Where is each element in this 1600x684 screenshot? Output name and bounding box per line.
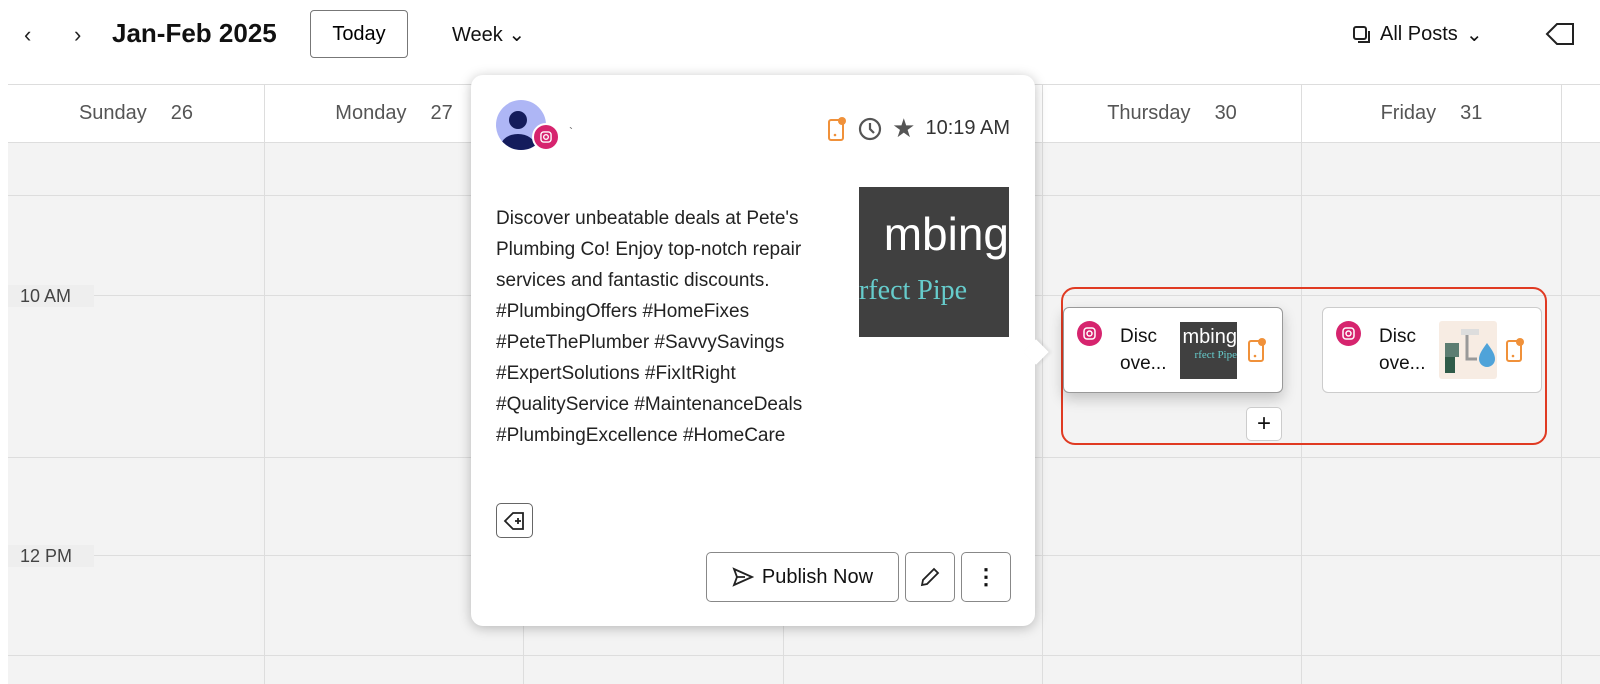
post-preview-popup: ` ★ 10:19 AM Discover unbeatable deals a… <box>471 75 1035 626</box>
image-text: rfect Pipe <box>859 275 968 306</box>
post-text: Discover unbeatable deals at Pete's Plum… <box>496 208 803 446</box>
day-header-thursday: Thursday 30 <box>1043 85 1302 143</box>
pencil-icon <box>920 567 940 587</box>
time-label: 10 AM <box>8 285 94 307</box>
post-card-text: Disc ove... <box>1120 326 1167 374</box>
mobile-notification-icon <box>828 116 847 141</box>
instagram-icon <box>1336 321 1361 346</box>
star-icon: ★ <box>892 113 916 143</box>
edit-button[interactable] <box>905 552 955 602</box>
day-name: Thursday <box>1107 102 1191 124</box>
mobile-notification-icon <box>1248 338 1266 362</box>
day-name: Friday <box>1380 102 1437 124</box>
publish-now-button[interactable]: Publish Now <box>706 552 899 602</box>
next-arrow-icon[interactable]: › <box>74 22 81 48</box>
today-button[interactable]: Today <box>310 10 408 58</box>
instagram-icon <box>1077 321 1102 346</box>
day-name: Monday <box>335 102 407 124</box>
chevron-down-icon: ⌄ <box>1465 24 1483 46</box>
toolbar: ‹ › Jan-Feb 2025 Today Week ⌄ All Posts … <box>0 0 1600 70</box>
view-dropdown[interactable]: Week ⌄ <box>452 22 525 47</box>
day-header-friday: Friday 31 <box>1302 85 1562 143</box>
day-header-saturday <box>1562 85 1600 143</box>
post-image: mbing rfect Pipe <box>859 187 1009 337</box>
day-number: 26 <box>170 102 194 124</box>
more-options-button[interactable]: ⋮ <box>961 552 1011 602</box>
post-card[interactable]: Disc ove... <box>1322 307 1542 393</box>
image-text: mbing <box>883 208 1009 260</box>
tag-plus-icon <box>503 511 524 530</box>
prev-arrow-icon[interactable]: ‹ <box>24 22 31 48</box>
post-card[interactable]: Disc ove... mbing rfect Pipe <box>1063 307 1283 393</box>
grid-line <box>8 655 1600 656</box>
tag-icon[interactable] <box>1545 22 1575 48</box>
day-header-sunday: Sunday 26 <box>8 85 265 143</box>
day-name: Sunday <box>78 102 147 124</box>
add-tag-button[interactable] <box>496 503 533 538</box>
view-label: Week <box>452 24 503 46</box>
day-number: 30 <box>1214 102 1237 124</box>
day-number: 31 <box>1460 102 1483 124</box>
post-thumbnail: mbing rfect Pipe <box>1180 321 1237 379</box>
image-text: mbing <box>1182 325 1237 348</box>
send-icon <box>732 567 754 587</box>
filter-label: All Posts <box>1380 23 1458 45</box>
post-card-text: Disc ove... <box>1379 326 1426 374</box>
mobile-notification-icon <box>1506 338 1524 362</box>
day-column[interactable] <box>8 143 265 684</box>
date-range-title: Jan-Feb 2025 <box>112 18 277 48</box>
time-label: 12 PM <box>8 545 94 567</box>
add-post-button[interactable]: + <box>1246 407 1282 441</box>
image-text: rfect Pipe <box>1194 348 1237 361</box>
post-meta: ★ 10:19 AM <box>826 113 1010 144</box>
publish-now-label: Publish Now <box>761 565 874 588</box>
posts-filter-dropdown[interactable]: All Posts ⌄ <box>1352 22 1483 47</box>
more-vertical-icon: ⋮ <box>975 564 997 589</box>
instagram-icon <box>532 123 560 151</box>
chevron-down-icon: ⌄ <box>508 24 526 46</box>
account-name: ` <box>569 125 573 139</box>
clock-icon <box>859 117 882 140</box>
copy-icon <box>1353 25 1370 43</box>
post-time: 10:19 AM <box>925 117 1010 139</box>
day-number: 27 <box>430 102 453 124</box>
plumber-thumbnail <box>1439 321 1497 379</box>
